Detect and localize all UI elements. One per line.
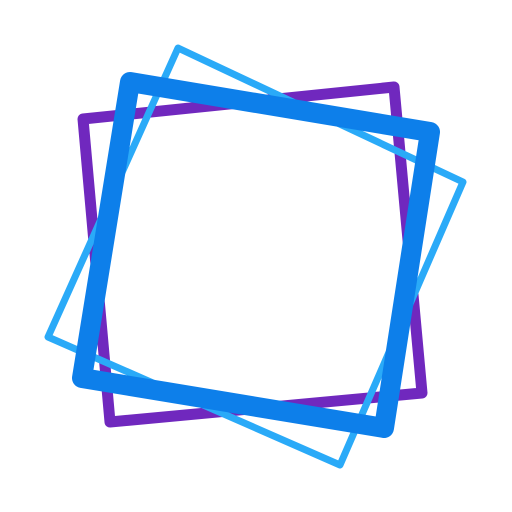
rotated-squares-logo-icon [44, 44, 467, 469]
logo-canvas [0, 0, 512, 512]
